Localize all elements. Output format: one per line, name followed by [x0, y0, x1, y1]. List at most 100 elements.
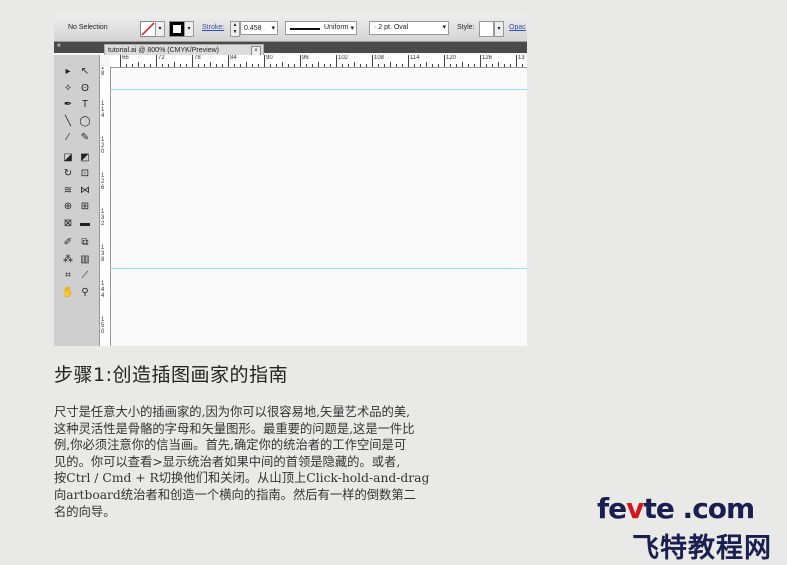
pencil-tool-icon[interactable]: ✎: [77, 131, 93, 145]
pen-tool-icon[interactable]: ✒: [60, 98, 76, 112]
stroke-weight-value: 0.458: [244, 25, 262, 32]
stroke-swatch[interactable]: [169, 21, 185, 37]
ruler-number: 78: [194, 55, 201, 61]
ruler-tick: [150, 64, 151, 67]
ruler-number: 120: [446, 55, 457, 61]
selection-status: No Selection: [68, 24, 108, 31]
profile-line-icon: [290, 28, 320, 30]
style-dropdown[interactable]: ▾: [494, 21, 504, 37]
eyedropper-tool-icon[interactable]: ✐: [60, 236, 76, 250]
ruler-tick: [120, 55, 121, 67]
ruler-tick: [174, 62, 175, 67]
stroke-dropdown[interactable]: ▾: [184, 21, 194, 37]
ruler-tick: [414, 64, 415, 67]
paragraph-line: 例,你必须注意你的信当画。首先,确定你的统治者的工作空间是可: [54, 438, 407, 453]
logo-accent: v: [626, 492, 644, 525]
symbol-sprayer-tool-icon[interactable]: ⁂: [60, 253, 76, 267]
ruler-tick: [258, 64, 259, 67]
vertical-ruler[interactable]: 1 8 1 1 4 1 2 0 1 2 6 1 3 2 1 3 8 1 4 4 1 5 0: [100, 67, 111, 346]
stroke-weight-stepper[interactable]: ▲ ▼: [230, 21, 240, 37]
ruler-tick: [330, 64, 331, 67]
ruler-tick: [516, 55, 517, 67]
stroke-link[interactable]: Stroke:: [202, 24, 224, 31]
zoom-tool-icon[interactable]: ⚲: [77, 286, 93, 300]
magic-wand-tool-icon[interactable]: ✧: [60, 82, 76, 96]
stroke-weight-field[interactable]: 0.458 ▾: [240, 21, 278, 35]
ruler-tick: [468, 64, 469, 67]
ruler-tick: [378, 64, 379, 67]
site-logo-cn[interactable]: 飞特教程网: [632, 526, 772, 565]
chevron-down-icon[interactable]: ▾: [271, 22, 275, 36]
ruler-tick: [288, 64, 289, 67]
gradient-tool-icon[interactable]: ▬: [77, 217, 93, 231]
perspective-grid-tool-icon[interactable]: ⊞: [77, 200, 93, 214]
scale-tool-icon[interactable]: ⊡: [77, 167, 93, 181]
warp-tool-icon[interactable]: ≋: [60, 184, 76, 198]
paintbrush-tool-icon[interactable]: ∕: [60, 131, 76, 145]
guide-line[interactable]: [111, 89, 527, 90]
horizontal-ruler[interactable]: 66 72 78 84 90 96 102 108 114 120 126 13: [110, 55, 527, 68]
ruler-number: 1 8: [101, 67, 105, 77]
ruler-tick: [510, 64, 511, 67]
document-title: tutorial.ai @ 800% (CMYK/Preview): [108, 47, 219, 54]
ellipse-tool-icon[interactable]: ◯: [77, 115, 93, 129]
guide-line[interactable]: [111, 268, 527, 269]
opacity-link[interactable]: Opac: [509, 24, 526, 31]
site-logo[interactable]: fevte .com: [597, 492, 756, 525]
shape-builder-tool-icon[interactable]: ⊕: [60, 200, 76, 214]
ruler-number: 1 1 4: [101, 101, 105, 119]
ruler-tick: [240, 64, 241, 67]
ruler-tick: [186, 64, 187, 67]
graphic-style-swatch[interactable]: [479, 21, 494, 37]
free-transform-tool-icon[interactable]: ⋈: [77, 184, 93, 198]
blend-tool-icon[interactable]: ⧉: [77, 236, 93, 250]
chevron-down-icon[interactable]: ▾: [442, 22, 446, 34]
ruler-tick: [408, 55, 409, 67]
logo-domain: .com: [673, 492, 756, 525]
rotate-tool-icon[interactable]: ↻: [60, 167, 76, 181]
selection-tool-icon[interactable]: ▸: [60, 65, 76, 79]
ruler-tick: [180, 64, 181, 67]
ruler-tick: [396, 64, 397, 67]
ruler-tick: [498, 62, 499, 67]
hand-tool-icon[interactable]: ✋: [60, 286, 76, 300]
fill-dropdown[interactable]: ▾: [155, 21, 165, 37]
ruler-tick: [480, 55, 481, 67]
ruler-tick: [522, 64, 523, 67]
ruler-tick: [282, 62, 283, 67]
paragraph-line: 按Ctrl / Cmd + R切换他们和关闭。从山顶上Click-hold-an…: [54, 471, 430, 486]
ruler-number: 108: [374, 55, 385, 61]
profile-label: Uniform: [324, 24, 349, 31]
toolbox: ▸ ↖ ✧ ʘ ✒ T ╲ ◯ ∕ ✎ ◪ ◩ ↻ ⊡ ≋ ⋈ ⊕ ⊞ ⊠ ▬ ✐ ⧉ ⁂ ▥ ⌗ ⟋ ✋ ⚲: [54, 55, 100, 346]
variable-width-profile[interactable]: Uniform ▾: [285, 21, 357, 35]
fill-swatch[interactable]: [140, 21, 156, 37]
direct-selection-tool-icon[interactable]: ↖: [77, 65, 93, 79]
mesh-tool-icon[interactable]: ⊠: [60, 217, 76, 231]
brush-definition[interactable]: · 2 pt. Oval ▾: [369, 21, 449, 35]
line-tool-icon[interactable]: ╲: [60, 115, 76, 129]
ruler-tick: [198, 64, 199, 67]
lasso-tool-icon[interactable]: ʘ: [77, 82, 93, 96]
ruler-tick: [372, 55, 373, 67]
artboard-tool-icon[interactable]: ⌗: [60, 269, 76, 283]
ruler-tick: [390, 62, 391, 67]
ruler-number: 90: [266, 55, 273, 61]
chevron-down-icon[interactable]: ▾: [350, 24, 354, 32]
step-heading: 步骤1:创造插图画家的指南: [54, 364, 288, 386]
blob-brush-tool-icon[interactable]: ◪: [60, 151, 76, 165]
ruler-number: 72: [158, 55, 165, 61]
slice-tool-icon[interactable]: ⟋: [77, 269, 93, 283]
column-graph-tool-icon[interactable]: ▥: [77, 253, 93, 267]
document-tab[interactable]: tutorial.ai @ 800% (CMYK/Preview) ×: [104, 44, 264, 56]
ruler-tick: [156, 55, 157, 67]
type-tool-icon[interactable]: T: [77, 98, 93, 112]
eraser-tool-icon[interactable]: ◩: [77, 151, 93, 165]
ruler-tick: [456, 64, 457, 67]
artboard-canvas[interactable]: [111, 68, 527, 346]
control-bar: No Selection ▾ ▾ Stroke: ▲ ▼ 0.458 ▾ Unif…: [54, 14, 527, 42]
ruler-tick: [492, 64, 493, 67]
ruler-tick: [312, 64, 313, 67]
collapse-icon[interactable]: «: [57, 42, 61, 49]
ruler-number: 13: [518, 55, 525, 61]
ruler-number: 1 5 0: [101, 317, 105, 335]
